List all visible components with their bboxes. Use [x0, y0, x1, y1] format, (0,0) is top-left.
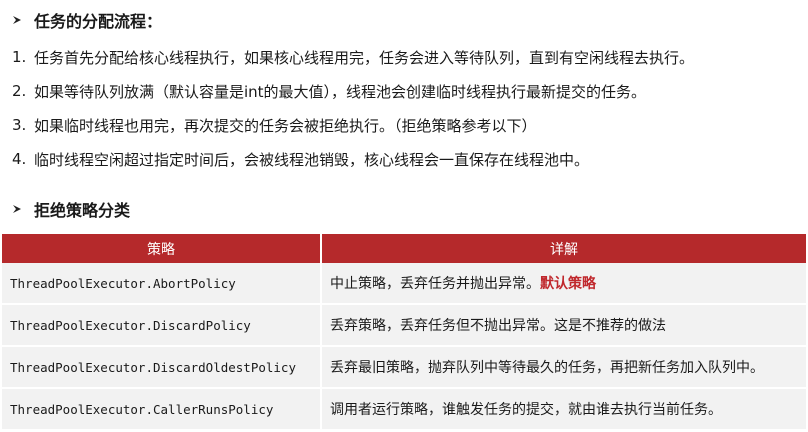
column-header-detail: 详解 — [322, 234, 806, 263]
arrow-bullet-icon — [13, 16, 21, 24]
policy-detail-cell: 调用者运行策略，谁触发任务的提交，就由谁去执行当前任务。 — [322, 389, 806, 431]
policy-name-cell: ThreadPoolExecutor.CallerRunsPolicy — [2, 389, 322, 431]
policy-detail-text: 丢弃最旧策略，抛弃队列中等待最久的任务，再把新任务加入队列中。 — [330, 360, 764, 376]
section-heading-reject-policies: 拒绝策略分类 — [12, 197, 130, 221]
policy-detail-text: 丢弃策略，丢弃任务但不抛出异常。这是不推荐的做法 — [330, 318, 666, 334]
policy-detail-cell: 丢弃最旧策略，抛弃队列中等待最久的任务，再把新任务加入队列中。 — [322, 347, 806, 389]
policy-name-cell: ThreadPoolExecutor.DiscardPolicy — [2, 305, 322, 347]
policy-detail-cell: 中止策略，丢弃任务并抛出异常。默认策略 — [322, 263, 806, 305]
table-row: ThreadPoolExecutor.DiscardOldestPolicy 丢… — [2, 347, 806, 389]
table-row: ThreadPoolExecutor.CallerRunsPolicy 调用者运… — [2, 389, 806, 431]
policy-detail-text: 中止策略，丢弃任务并抛出异常。 — [330, 276, 540, 292]
list-item: 2. 如果等待队列放满（默认容量是int的最大值），线程池会创建临时线程执行最新… — [12, 74, 694, 108]
section-heading-task-flow: 任务的分配流程： — [12, 8, 162, 32]
list-item: 1. 任务首先分配给核心线程执行，如果核心线程用完，任务会进入等待队列，直到有空… — [12, 40, 694, 74]
default-policy-label: 默认策略 — [540, 276, 596, 292]
policy-name-cell: ThreadPoolExecutor.AbortPolicy — [2, 263, 322, 305]
list-item-number: 1. — [12, 48, 27, 66]
list-item-number: 3. — [12, 116, 27, 134]
list-item-text: 临时线程空闲超过指定时间后，会被线程池销毁，核心线程会一直保存在线程池中。 — [34, 150, 590, 169]
list-item-text: 如果临时线程也用完，再次提交的任务会被拒绝执行。（拒绝策略参考以下） — [34, 116, 537, 135]
list-item-text: 任务首先分配给核心线程执行，如果核心线程用完，任务会进入等待队列，直到有空闲线程… — [34, 48, 695, 67]
policy-detail-text: 调用者运行策略，谁触发任务的提交，就由谁去执行当前任务。 — [330, 402, 722, 418]
list-item: 4. 临时线程空闲超过指定时间后，会被线程池销毁，核心线程会一直保存在线程池中。 — [12, 142, 694, 176]
arrow-bullet-icon — [13, 205, 21, 213]
table-row: ThreadPoolExecutor.AbortPolicy 中止策略，丢弃任务… — [2, 263, 806, 305]
task-flow-list: 1. 任务首先分配给核心线程执行，如果核心线程用完，任务会进入等待队列，直到有空… — [12, 40, 694, 176]
section-title: 拒绝策略分类 — [34, 201, 131, 220]
policy-name-cell: ThreadPoolExecutor.DiscardOldestPolicy — [2, 347, 322, 389]
list-item-number: 2. — [12, 82, 27, 100]
column-header-policy: 策略 — [2, 234, 322, 263]
section-title: 任务的分配流程： — [34, 12, 163, 31]
reject-policy-table: 策略 详解 ThreadPoolExecutor.AbortPolicy 中止策… — [2, 234, 806, 431]
list-item-number: 4. — [12, 150, 27, 168]
policy-detail-cell: 丢弃策略，丢弃任务但不抛出异常。这是不推荐的做法 — [322, 305, 806, 347]
table-header-row: 策略 详解 — [2, 234, 806, 263]
list-item-text: 如果等待队列放满（默认容量是int的最大值），线程池会创建临时线程执行最新提交的… — [34, 82, 647, 101]
list-item: 3. 如果临时线程也用完，再次提交的任务会被拒绝执行。（拒绝策略参考以下） — [12, 108, 694, 142]
table-row: ThreadPoolExecutor.DiscardPolicy 丢弃策略，丢弃… — [2, 305, 806, 347]
